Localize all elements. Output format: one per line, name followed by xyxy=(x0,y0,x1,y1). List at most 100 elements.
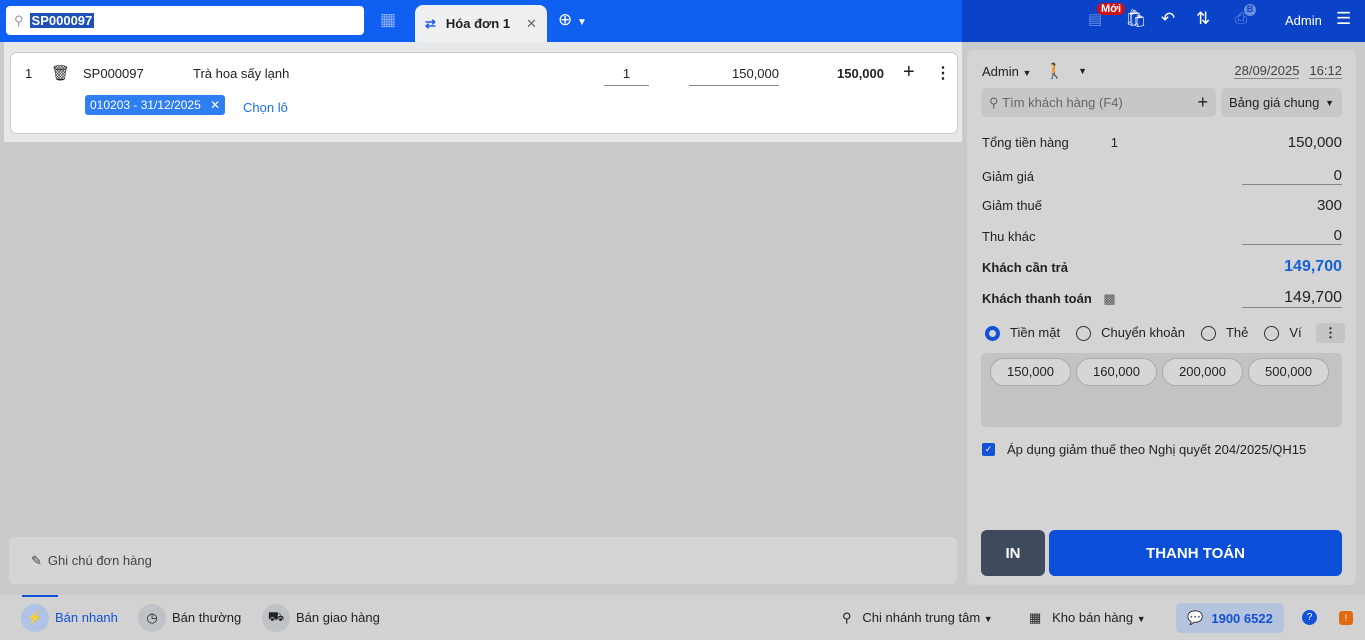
seller-select[interactable]: Admin ▼ xyxy=(982,64,1031,79)
close-tab-icon[interactable]: ✕ xyxy=(526,16,537,32)
chat-icon: 💬 xyxy=(1187,610,1204,625)
paid-input[interactable]: 149,700 xyxy=(1242,289,1342,308)
chevron-down-icon[interactable]: ▼ xyxy=(1078,66,1087,76)
branch-label: Chi nhánh trung tâm xyxy=(862,609,981,625)
tax-checkbox[interactable]: ✓ xyxy=(982,443,995,456)
seller-name: Admin xyxy=(982,63,1019,79)
mode-label: Bán nhanh xyxy=(55,610,118,625)
more-methods-icon[interactable]: ⋮ xyxy=(1316,323,1345,343)
radio-selected xyxy=(985,326,1000,342)
mode-label: Bán giao hàng xyxy=(296,610,380,625)
payment-panel: Admin ▼ 🚶 ▼ 28/09/2025 16:12 ⚲ Tìm khách… xyxy=(967,50,1356,585)
quantity-input[interactable]: 1 xyxy=(604,66,649,86)
method-cash[interactable]: Tiền mặt xyxy=(985,324,1061,342)
radio xyxy=(1200,326,1216,342)
chevron-down-icon: ▼ xyxy=(1325,97,1334,108)
total-value: 150,000 xyxy=(1287,134,1342,151)
price-input[interactable]: 150,000 xyxy=(689,66,779,86)
tax-value: 300 xyxy=(1316,197,1342,214)
truck-icon: ⛟ xyxy=(262,603,290,632)
method-label: Chuyển khoản xyxy=(1101,324,1185,340)
printer-badge: B xyxy=(1244,4,1256,16)
help-icon[interactable]: ? xyxy=(1302,610,1317,625)
discount-label: Giảm giá xyxy=(982,168,1035,184)
trash-icon[interactable]: 🗑 xyxy=(51,64,70,82)
branch-select[interactable]: ⚲ Chi nhánh trung tâm ▼ xyxy=(842,610,993,626)
tax-checkbox-label: Áp dụng giảm thuế theo Nghị quyết 204/20… xyxy=(1007,442,1307,457)
item-total: 150,000 xyxy=(837,66,884,81)
tab-invoice-1[interactable]: ⇄ Hóa đơn 1 ✕ xyxy=(415,5,547,42)
note-placeholder: Ghi chú đơn hàng xyxy=(47,553,152,568)
lot-tag: 010203 - 31/12/2025 ✕ xyxy=(85,95,226,115)
quick-amounts: 150,000 160,000 200,000 500,000 xyxy=(981,353,1342,427)
print-button[interactable]: IN xyxy=(981,530,1045,576)
clock-icon: ◷ xyxy=(138,603,166,632)
discount-input[interactable]: 0 xyxy=(1242,167,1342,185)
feedback-icon[interactable]: ! xyxy=(1339,610,1353,625)
mode-delivery-sale[interactable]: ⛟ Bán giao hàng xyxy=(262,603,380,632)
menu-icon[interactable]: ☰ xyxy=(1336,9,1351,29)
lightning-icon: ⚡ xyxy=(21,603,49,632)
price-list-select[interactable]: Bảng giá chung ▼ xyxy=(1221,88,1342,117)
search-value: SP000097 xyxy=(29,13,95,28)
tax-label: Giảm thuế xyxy=(982,198,1042,213)
amount-button[interactable]: 200,000 xyxy=(1162,358,1243,386)
due-value: 149,700 xyxy=(1284,258,1342,275)
add-customer-icon[interactable]: + xyxy=(1197,92,1208,113)
undo-icon[interactable]: ↶ xyxy=(1161,9,1175,29)
tab-label: Hóa đơn 1 xyxy=(445,16,511,31)
user-name[interactable]: Admin xyxy=(1285,13,1322,28)
add-tab-icon[interactable]: ⊕ ▼ xyxy=(558,10,587,30)
other-label: Thu khác xyxy=(982,228,1036,244)
time-field[interactable]: 16:12 xyxy=(1309,63,1342,79)
hotline-button[interactable]: 💬 1900 6522 xyxy=(1176,603,1284,633)
customer-placeholder: Tìm khách hàng (F4) xyxy=(1002,95,1123,110)
plus-icon[interactable]: + xyxy=(903,61,915,84)
mode-normal-sale[interactable]: ◷ Bán thường xyxy=(138,603,242,632)
total-qty: 1 xyxy=(1110,135,1118,150)
method-label: Ví xyxy=(1289,324,1302,340)
more-icon[interactable]: ⋮ xyxy=(935,63,951,83)
product-search-input[interactable]: ⚲ SP000097 xyxy=(6,6,364,35)
warehouse-icon: ▦ xyxy=(1029,609,1042,625)
amount-button[interactable]: 150,000 xyxy=(990,358,1071,386)
barcode-icon[interactable]: ▦ xyxy=(380,10,396,30)
warehouse-select[interactable]: ▦ Kho bán hàng ▼ xyxy=(1029,610,1146,626)
new-badge: Mới xyxy=(1097,3,1126,15)
warehouse-label: Kho bán hàng xyxy=(1052,609,1134,625)
mode-label: Bán thường xyxy=(172,610,242,625)
item-name: Trà hoa sấy lạnh xyxy=(193,66,290,81)
item-index: 1 xyxy=(25,66,33,81)
amount-button[interactable]: 160,000 xyxy=(1076,358,1157,386)
swap-icon: ⇄ xyxy=(425,15,436,31)
price-list-label: Bảng giá chung xyxy=(1229,95,1320,110)
search-icon: ⚲ xyxy=(989,94,999,110)
sync-icon[interactable]: ⇅ xyxy=(1196,9,1210,29)
date-field[interactable]: 28/09/2025 xyxy=(1234,63,1300,79)
bag-icon[interactable]: 🛍 xyxy=(1125,9,1147,29)
qr-icon[interactable]: ▩ xyxy=(1103,291,1115,306)
bottom-bar: ⚡ Bán nhanh ◷ Bán thường ⛟ Bán giao hàng ⚲ … xyxy=(0,595,1365,640)
hotline-number: 1900 6522 xyxy=(1211,610,1273,626)
other-input[interactable]: 0 xyxy=(1242,227,1342,245)
mode-quick-sale[interactable]: ⚡ Bán nhanh xyxy=(21,603,118,632)
search-icon: ⚲ xyxy=(14,12,24,28)
pencil-icon: ✎ xyxy=(31,552,42,568)
amount-button[interactable]: 500,000 xyxy=(1248,358,1329,386)
method-card[interactable]: Thẻ xyxy=(1200,324,1249,342)
remove-lot-icon[interactable]: ✕ xyxy=(210,98,220,112)
method-label: Thẻ xyxy=(1225,324,1249,340)
pay-button[interactable]: THANH TOÁN xyxy=(1049,530,1342,576)
customer-search-input[interactable]: ⚲ Tìm khách hàng (F4) + xyxy=(981,88,1216,117)
lot-label: 010203 - 31/12/2025 xyxy=(90,98,201,112)
method-wallet[interactable]: Ví xyxy=(1264,324,1302,342)
radio xyxy=(1264,326,1280,342)
radio xyxy=(1076,326,1092,342)
walk-icon[interactable]: 🚶 xyxy=(1045,62,1064,80)
order-note-input[interactable]: ✎ Ghi chú đơn hàng xyxy=(9,537,957,584)
choose-lot-link[interactable]: Chọn lô xyxy=(243,100,288,115)
method-transfer[interactable]: Chuyển khoản xyxy=(1076,324,1185,342)
total-label: Tổng tiền hàng xyxy=(982,135,1069,150)
method-label: Tiền mặt xyxy=(1010,324,1061,340)
item-code: SP000097 xyxy=(83,66,144,81)
